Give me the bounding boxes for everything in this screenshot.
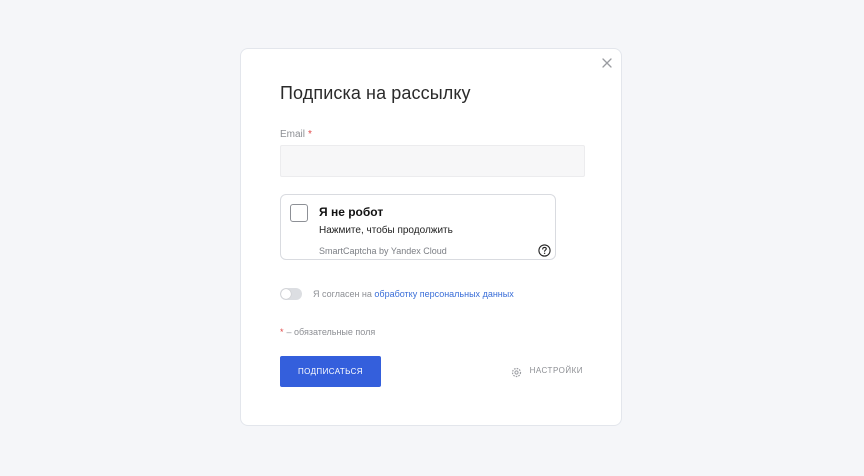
captcha-subtitle: Нажмите, чтобы продолжить [319,225,453,236]
modal-title: Подписка на рассылку [280,83,471,103]
close-icon[interactable] [600,56,614,70]
required-mark: * [308,129,312,140]
question-circle-icon[interactable] [538,244,551,257]
email-field[interactable] [280,145,585,177]
subscribe-button[interactable]: ПОДПИСАТЬСЯ [280,356,381,387]
consent-row: Я согласен на обработку персональных дан… [280,287,514,301]
captcha-widget: Я не робот Нажмите, чтобы продолжить Sma… [280,194,556,260]
captcha-brand: SmartCaptcha by Yandex Cloud [319,246,447,256]
required-fields-note: * – обязательные поля [280,327,375,337]
captcha-title: Я не робот [319,205,384,219]
consent-toggle[interactable] [280,288,302,300]
captcha-checkbox[interactable] [290,204,308,222]
consent-text-prefix: Я согласен на [313,289,372,299]
consent-text: Я согласен на обработку персональных дан… [313,289,514,299]
email-label: Email * [280,129,312,140]
required-note-text: – обязательные поля [286,327,376,337]
gear-icon [511,365,522,378]
subscription-modal: Подписка на рассылку Email * Я не робот Н… [240,48,622,426]
required-note-mark: * [280,327,284,337]
settings-button[interactable]: НАСТРОЙКИ [511,365,583,378]
email-label-text: Email [280,129,306,140]
settings-label: НАСТРОЙКИ [529,366,583,375]
personal-data-link[interactable]: обработку персональных данных [374,289,513,299]
